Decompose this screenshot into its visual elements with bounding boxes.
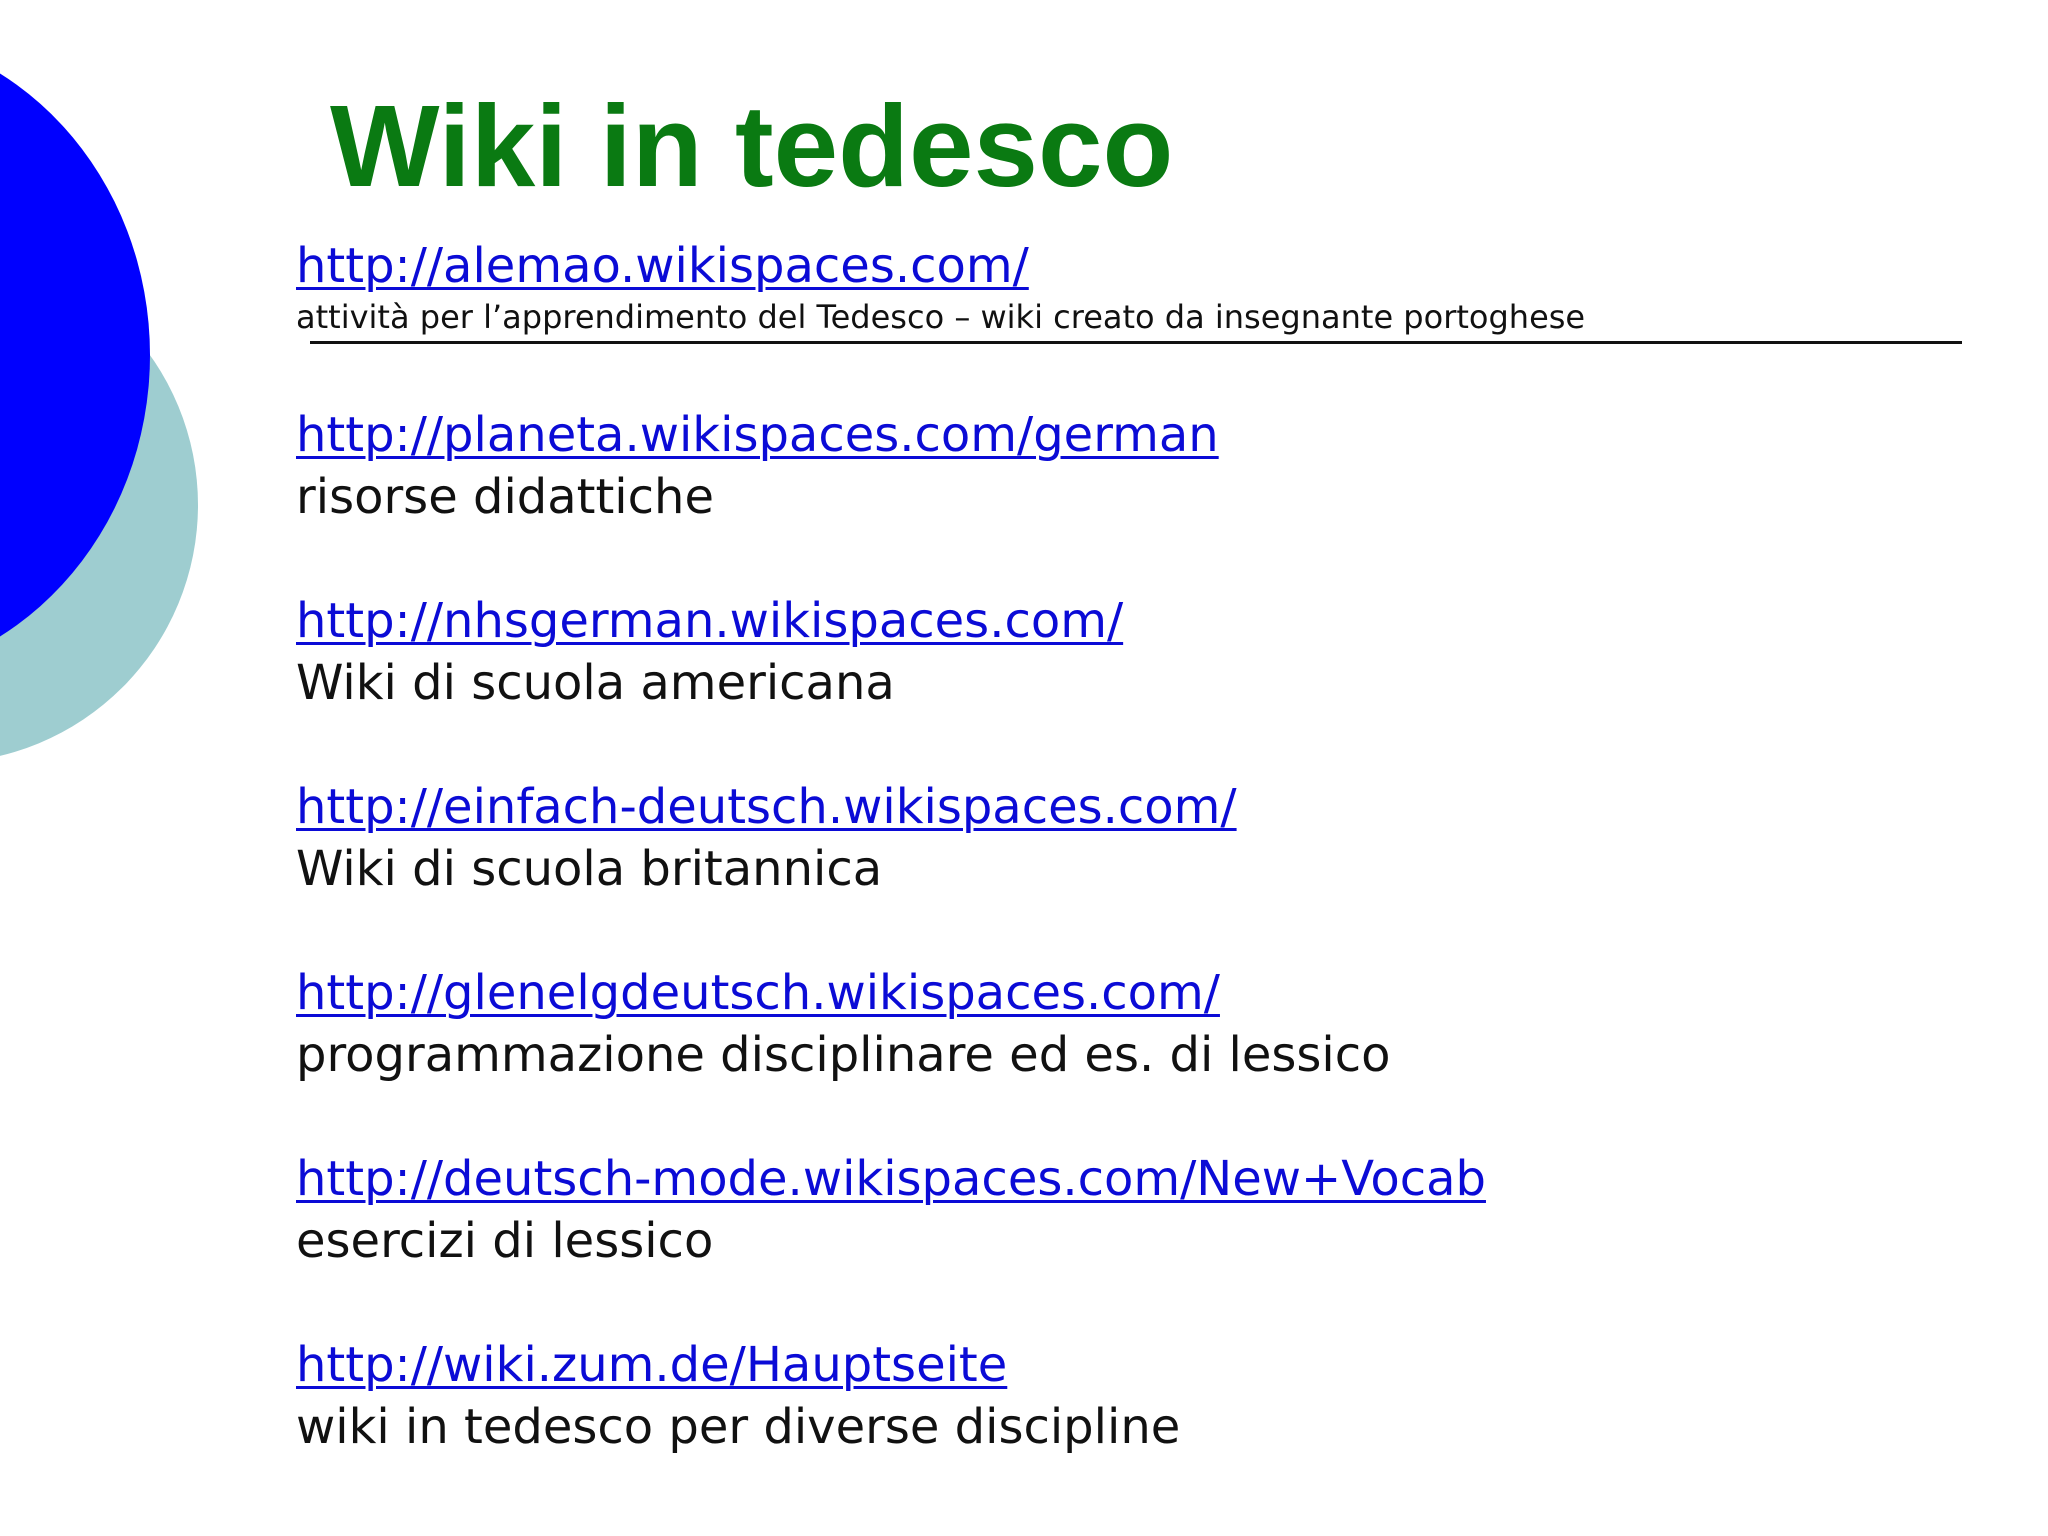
wiki-description-alemao: attività per l’apprendimento del Tedesco… bbox=[296, 298, 1586, 336]
teal-circle-shape bbox=[0, 254, 198, 756]
wiki-description-einfach-deutsch: Wiki di scuola britannica bbox=[296, 841, 883, 897]
wiki-link-alemao[interactable]: http://alemao.wikispaces.com/ bbox=[296, 235, 1585, 297]
wiki-link-planeta[interactable]: http://planeta.wikispaces.com/german bbox=[296, 404, 1219, 466]
list-item: http://glenelgdeutsch.wikispaces.com/ pr… bbox=[296, 962, 1391, 1086]
wiki-link-nhsgerman[interactable]: http://nhsgerman.wikispaces.com/ bbox=[296, 590, 1123, 652]
wiki-link-deutsch-mode[interactable]: http://deutsch-mode.wikispaces.com/New+V… bbox=[296, 1148, 1486, 1210]
divider-line bbox=[310, 341, 1962, 344]
wiki-description-glenelgdeutsch: programmazione disciplinare ed es. di le… bbox=[296, 1027, 1391, 1083]
wiki-description-planeta: risorse didattiche bbox=[296, 469, 714, 525]
wiki-description-deutsch-mode: esercizi di lessico bbox=[296, 1213, 714, 1269]
decorative-circles bbox=[0, 73, 198, 756]
slide-title: Wiki in tedesco bbox=[330, 81, 1174, 211]
wiki-link-zum[interactable]: http://wiki.zum.de/Hauptseite bbox=[296, 1334, 1180, 1396]
blue-circle-shape bbox=[0, 73, 150, 637]
list-item: http://alemao.wikispaces.com/ attività p… bbox=[296, 235, 1585, 337]
list-item: http://deutsch-mode.wikispaces.com/New+V… bbox=[296, 1148, 1486, 1272]
wiki-link-einfach-deutsch[interactable]: http://einfach-deutsch.wikispaces.com/ bbox=[296, 776, 1237, 838]
list-item: http://planeta.wikispaces.com/german ris… bbox=[296, 404, 1219, 528]
wiki-description-zum: wiki in tedesco per diverse discipline bbox=[296, 1399, 1181, 1455]
list-item: http://wiki.zum.de/Hauptseite wiki in te… bbox=[296, 1334, 1180, 1458]
wiki-link-glenelgdeutsch[interactable]: http://glenelgdeutsch.wikispaces.com/ bbox=[296, 962, 1391, 1024]
list-item: http://nhsgerman.wikispaces.com/ Wiki di… bbox=[296, 590, 1123, 714]
wiki-description-nhsgerman: Wiki di scuola americana bbox=[296, 655, 895, 711]
list-item: http://einfach-deutsch.wikispaces.com/ W… bbox=[296, 776, 1237, 900]
